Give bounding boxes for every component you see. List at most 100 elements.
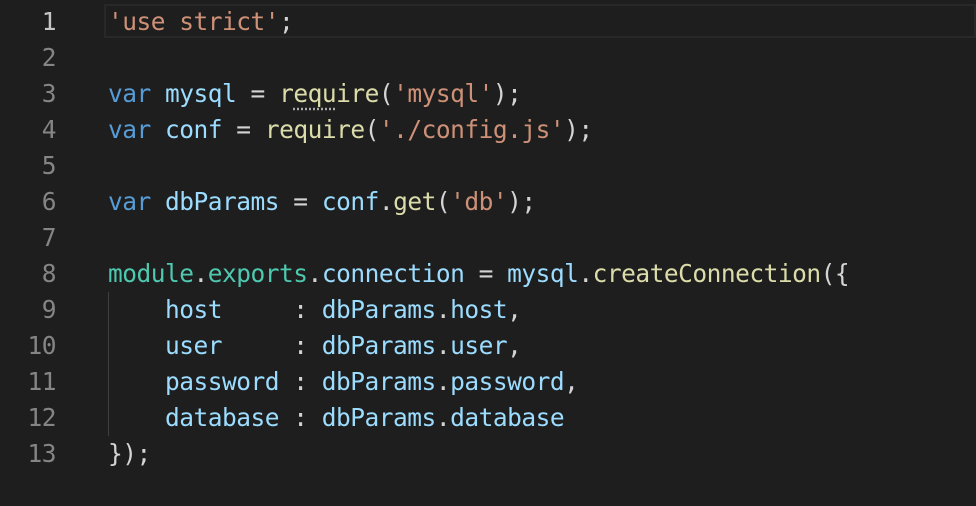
code-token-plain: );	[564, 115, 593, 144]
code-token-keyword: var	[108, 79, 151, 108]
code-token-string: './config.js'	[378, 115, 565, 144]
code-token-module: exports	[207, 259, 308, 288]
code-line[interactable]: 7	[0, 220, 976, 256]
code-token-var: password	[450, 367, 565, 396]
line-number: 13	[27, 439, 56, 468]
code-token-plain: ,	[507, 331, 522, 360]
code-token-var: conf	[321, 187, 380, 216]
code-token-keyword: var	[108, 187, 151, 216]
code-text[interactable]: var dbParams = conf.get('db');	[108, 184, 536, 220]
code-text[interactable]: host : dbParams.host,	[108, 292, 522, 328]
code-token-plain: .	[578, 259, 593, 288]
line-number: 3	[41, 79, 57, 108]
code-token-var: conf	[165, 115, 223, 144]
code-text[interactable]: user : dbParams.user,	[108, 328, 522, 364]
code-token-var: mysql	[165, 79, 237, 108]
code-token-var: database	[450, 403, 565, 432]
code-token-plain: ,	[507, 295, 522, 324]
code-line[interactable]: 4 var conf = require('./config.js');	[0, 112, 976, 148]
code-token-keyword: var	[108, 115, 151, 144]
code-line[interactable]: 2	[0, 40, 976, 76]
code-line[interactable]: 3 var mysql = require('mysql');	[0, 76, 976, 112]
code-token-plain: :	[279, 367, 322, 396]
code-token-var: connection	[321, 259, 465, 288]
code-token-string: 'mysql'	[393, 79, 493, 108]
code-token-func: require	[264, 115, 365, 144]
code-token-var: user	[165, 331, 223, 360]
code-text[interactable]: var conf = require('./config.js');	[108, 112, 593, 148]
code-token-plain: (	[378, 79, 394, 108]
code-token-plain: =	[279, 187, 322, 216]
code-token-plain: =	[222, 115, 265, 144]
line-number: 2	[41, 43, 57, 72]
code-editor[interactable]: 1'use strict'; 2 3 var mysql = require('mys…	[0, 0, 976, 506]
code-token-plain: .	[193, 259, 209, 288]
code-token-plain: );	[492, 79, 522, 108]
code-token-var: dbParams	[321, 403, 437, 432]
code-token-func: get	[393, 187, 436, 216]
code-token-var: database	[165, 403, 280, 432]
code-token-var: host	[165, 295, 223, 324]
code-token-plain: (	[435, 187, 451, 216]
code-token-plain: .	[435, 403, 451, 432]
code-text[interactable]: module.exports.connection = mysql.create…	[108, 256, 850, 292]
code-token-plain: ;	[279, 7, 294, 36]
line-number: 10	[27, 331, 56, 360]
code-token-plain: });	[108, 439, 151, 468]
code-line[interactable]: 8 module.exports.connection = mysql.creat…	[0, 256, 976, 292]
code-token-string: 'db'	[450, 187, 508, 216]
code-token-var: password	[165, 367, 280, 396]
code-text[interactable]: password : dbParams.password,	[108, 364, 579, 400]
code-token-plain: (	[364, 115, 380, 144]
line-number: 4	[41, 115, 57, 144]
line-number: 12	[27, 403, 56, 432]
line-number: 6	[41, 187, 57, 216]
code-text[interactable]: 'use strict';	[108, 4, 294, 40]
code-token-var: mysql	[507, 259, 579, 288]
code-token-string: 'use strict'	[108, 7, 280, 36]
code-token-var: dbParams	[321, 331, 437, 360]
code-token-plain: =	[236, 79, 280, 108]
code-token-func: r	[279, 79, 294, 108]
code-token-var: host	[450, 295, 508, 324]
code-text[interactable]: database : dbParams.database	[108, 400, 565, 436]
code-token-func: ire	[336, 79, 379, 108]
code-token-var: dbParams	[165, 187, 280, 216]
code-text[interactable]: var mysql = require('mysql');	[108, 76, 522, 112]
line-number: 1	[41, 7, 57, 36]
code-token-var: dbParams	[321, 295, 437, 324]
code-line[interactable]: 12 database : dbParams.database	[0, 400, 976, 436]
code-token-plain: :	[222, 331, 322, 360]
code-token-plain: ({	[820, 259, 850, 288]
code-token-plain: :	[222, 295, 322, 324]
code-token-plain: .	[378, 187, 394, 216]
code-text[interactable]: });	[108, 436, 151, 472]
code-token-plain: .	[435, 331, 451, 360]
code-token-func: createConnection	[592, 259, 822, 288]
code-token-plain: .	[307, 259, 323, 288]
code-line[interactable]: 11 password : dbParams.password,	[0, 364, 976, 400]
code-token-var: dbParams	[321, 367, 437, 396]
code-token-plain: ,	[564, 367, 579, 396]
line-number: 7	[41, 223, 57, 252]
code-line[interactable]: 10 user : dbParams.user,	[0, 328, 976, 364]
line-number: 9	[41, 295, 57, 324]
code-line[interactable]: 9 host : dbParams.host,	[0, 292, 976, 328]
code-token-plain: .	[435, 295, 451, 324]
code-token-plain: :	[279, 403, 322, 432]
code-line[interactable]: 13});	[0, 436, 976, 472]
line-number: 5	[41, 151, 57, 180]
code-token-var: user	[450, 331, 508, 360]
code-line[interactable]: 6 var dbParams = conf.get('db');	[0, 184, 976, 220]
code-line[interactable]: 5	[0, 148, 976, 184]
line-number: 8	[41, 259, 57, 288]
code-token-plain: );	[507, 187, 536, 216]
code-line[interactable]: 1 'use strict';	[0, 4, 976, 40]
